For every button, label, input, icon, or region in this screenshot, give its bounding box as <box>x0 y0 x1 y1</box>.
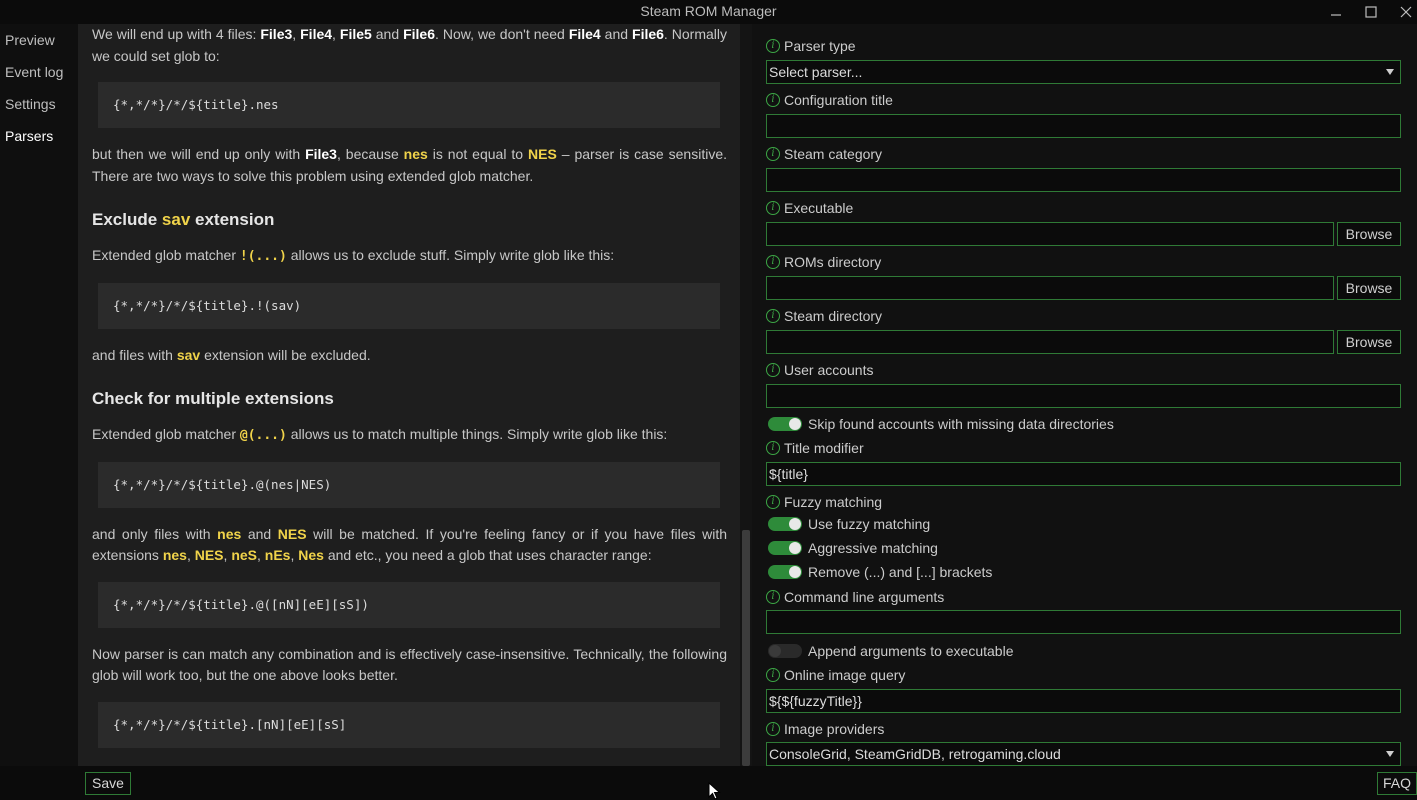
help-paragraph: and files with sav extension will be exc… <box>92 346 371 363</box>
command-line-arguments-label: i Command line arguments <box>766 589 944 605</box>
help-content: We will end up with 4 files: File3, File… <box>92 24 727 748</box>
steam-category-input[interactable] <box>766 168 1401 192</box>
chevron-down-icon <box>1386 69 1394 75</box>
steam-directory-input[interactable] <box>766 330 1334 354</box>
info-icon[interactable]: i <box>766 309 780 323</box>
config-title-label: i Configuration title <box>766 92 893 108</box>
info-icon[interactable]: i <box>766 93 780 107</box>
section-heading: Check for multiple extensions <box>92 389 334 408</box>
parser-type-label: i Parser type <box>766 38 856 54</box>
info-icon[interactable]: i <box>766 495 780 509</box>
executable-input[interactable] <box>766 222 1334 246</box>
config-title-input[interactable] <box>766 114 1401 138</box>
window-title: Steam ROM Manager <box>640 3 777 19</box>
command-line-arguments-input[interactable] <box>766 610 1401 634</box>
info-icon[interactable]: i <box>766 147 780 161</box>
toggle-switch[interactable] <box>768 517 802 531</box>
toggle-switch[interactable] <box>768 644 802 658</box>
maximize-icon <box>1365 6 1377 18</box>
code-block: {*,*/*}/*/${title}.!(sav) <box>98 282 720 329</box>
sidebar-nav: Preview Event log Settings Parsers <box>0 24 78 766</box>
roms-directory-input[interactable] <box>766 276 1334 300</box>
toggle-switch[interactable] <box>768 565 802 579</box>
help-paragraph: Extended glob matcher !(...) allows us t… <box>92 247 615 264</box>
aggressive-matching-toggle[interactable]: Aggressive matching <box>768 540 938 556</box>
code-block: {*,*/*}/*/${title}.[nN][eE][sS] <box>98 701 720 748</box>
help-paragraph: but then we will end up only with File3,… <box>92 146 727 184</box>
fuzzy-matching-label: i Fuzzy matching <box>766 494 882 510</box>
skip-accounts-toggle[interactable]: Skip found accounts with missing data di… <box>768 416 1114 432</box>
maximize-button[interactable] <box>1354 0 1388 24</box>
info-icon[interactable]: i <box>766 363 780 377</box>
remove-brackets-toggle[interactable]: Remove (...) and [...] brackets <box>768 564 992 580</box>
close-button[interactable] <box>1389 0 1417 24</box>
minimize-button[interactable] <box>1319 0 1353 24</box>
title-bar: Steam ROM Manager <box>0 0 1417 24</box>
minimize-icon <box>1331 14 1341 16</box>
user-accounts-input[interactable] <box>766 384 1401 408</box>
parser-help-pane: We will end up with 4 files: File3, File… <box>78 24 740 766</box>
toggle-switch[interactable] <box>768 417 802 431</box>
help-paragraph: Extended glob matcher @(...) allows us t… <box>92 426 668 443</box>
steam-directory-label: i Steam directory <box>766 308 882 324</box>
info-icon[interactable]: i <box>766 201 780 215</box>
online-image-query-label: i Online image query <box>766 667 905 683</box>
section-heading: Exclude sav extension <box>92 210 275 229</box>
mouse-cursor-icon <box>708 782 721 800</box>
nav-item-settings[interactable]: Settings <box>0 88 78 120</box>
image-providers-label: i Image providers <box>766 721 884 737</box>
roms-directory-label: i ROMs directory <box>766 254 881 270</box>
help-paragraph: We will end up with 4 files: File3, File… <box>92 26 728 64</box>
info-icon[interactable]: i <box>766 441 780 455</box>
nav-item-parsers[interactable]: Parsers <box>0 120 78 152</box>
title-modifier-label: i Title modifier <box>766 440 864 456</box>
info-icon[interactable]: i <box>766 39 780 53</box>
steam-directory-browse-button[interactable]: Browse <box>1337 330 1401 354</box>
nav-item-preview[interactable]: Preview <box>0 24 78 56</box>
roms-directory-browse-button[interactable]: Browse <box>1337 276 1401 300</box>
help-scrollbar-thumb[interactable] <box>742 530 750 766</box>
title-modifier-input[interactable]: ${title} <box>766 462 1401 486</box>
online-image-query-input[interactable]: ${${fuzzyTitle}} <box>766 689 1401 713</box>
help-paragraph: and only files with nes and NES will be … <box>92 525 727 564</box>
steam-category-label: i Steam category <box>766 146 882 162</box>
code-block: {*,*/*}/*/${title}.nes <box>98 82 720 128</box>
save-button[interactable]: Save <box>85 772 131 795</box>
help-paragraph: Now parser is can match any combination … <box>92 645 727 684</box>
info-icon[interactable]: i <box>766 722 780 736</box>
info-icon[interactable]: i <box>766 668 780 682</box>
toggle-switch[interactable] <box>768 541 802 555</box>
code-block: {*,*/*}/*/${title}.@(nes|NES) <box>98 461 720 508</box>
chevron-down-icon <box>1386 751 1394 757</box>
executable-browse-button[interactable]: Browse <box>1337 222 1401 246</box>
close-icon <box>1400 6 1412 18</box>
image-providers-select[interactable]: ConsoleGrid, SteamGridDB, retrogaming.cl… <box>766 742 1401 766</box>
info-icon[interactable]: i <box>766 255 780 269</box>
info-icon[interactable]: i <box>766 590 780 604</box>
nav-item-event-log[interactable]: Event log <box>0 56 78 88</box>
faq-button[interactable]: FAQ <box>1377 772 1417 795</box>
parser-config-form: i Parser type Select parser... i Configura… <box>752 24 1417 766</box>
parser-type-select[interactable]: Select parser... <box>766 60 1401 84</box>
code-block: {*,*/*}/*/${title}.@([nN][eE][sS]) <box>98 581 720 628</box>
executable-label: i Executable <box>766 200 853 216</box>
user-accounts-label: i User accounts <box>766 362 873 378</box>
use-fuzzy-matching-toggle[interactable]: Use fuzzy matching <box>768 516 930 532</box>
append-arguments-toggle[interactable]: Append arguments to executable <box>768 643 1013 659</box>
